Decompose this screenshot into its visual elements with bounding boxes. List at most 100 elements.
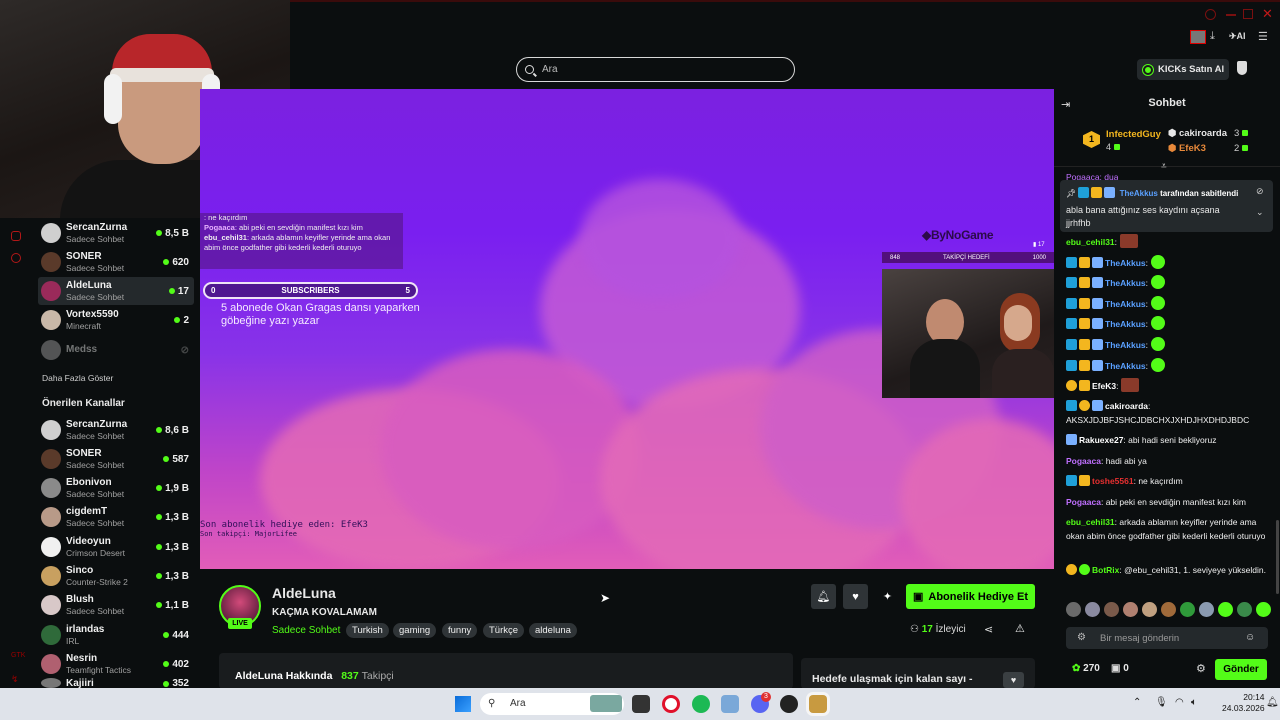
chevron-down-icon[interactable]: ⌄ <box>1256 207 1264 218</box>
about-section: AldeLuna Hakkında 837 Takipçi <box>219 653 793 689</box>
volume-icon[interactable]: 🔈︎ <box>1191 697 1197 708</box>
taskbar-clock[interactable]: 20:14 24.03.2026 <box>1222 692 1265 714</box>
channel-category: IRL <box>66 635 80 646</box>
sidebar-channel-aldeluna[interactable]: AldeLuna Sadece Sohbet 17 <box>38 277 194 305</box>
send-button[interactable]: Gönder <box>1215 659 1267 680</box>
channel-category: Sadece Sohbet <box>66 291 125 302</box>
gear-icon[interactable]: ⚙ <box>1196 662 1206 675</box>
download-icon[interactable]: ⤓ <box>1210 30 1215 43</box>
notification-bell-button[interactable]: 🔔︎ <box>811 584 836 609</box>
side-label-icon: GTK <box>11 652 26 659</box>
sidebar-channel-vortex5590[interactable]: Vortex5590 Minecraft 2 <box>38 306 194 334</box>
goal-heart-button[interactable]: ♥ <box>1003 672 1024 688</box>
channel-category: Minecraft <box>66 320 101 331</box>
tray-chevron-icon[interactable]: ⌃ <box>1133 697 1141 708</box>
recommended-channel[interactable]: Ebonivon Sadece Sohbet 1,9 B <box>38 474 194 502</box>
profile-icon[interactable] <box>1190 30 1206 44</box>
offline-icon: ⊘ <box>180 344 189 356</box>
wifi-icon[interactable]: ◠ <box>1175 697 1184 708</box>
following-icon[interactable] <box>11 231 21 241</box>
spotify-icon[interactable] <box>692 695 710 713</box>
viewer-count: 8,6 B <box>156 425 189 436</box>
search-input[interactable]: Ara <box>516 57 795 82</box>
follow-small-count: ▮ 17 <box>1033 242 1045 248</box>
channel-category: Sadece Sohbet <box>66 488 125 499</box>
overlay-chat-line: ebu_cehil31: arkada ablamın keyifler yer… <box>204 233 391 252</box>
browser-search-icon[interactable] <box>1205 9 1216 20</box>
menu-icon[interactable]: ☰ <box>1258 30 1268 43</box>
discord-badge: 3 <box>761 692 771 702</box>
sidebar-channel-medss[interactable]: Medss ⊘ <box>38 336 194 364</box>
leader-count: 3 <box>1234 128 1248 139</box>
chat-scrollbar[interactable] <box>1276 520 1279 594</box>
recommended-channel[interactable]: SONER Sadece Sohbet 587 <box>38 445 194 473</box>
window-top-line <box>290 0 1280 2</box>
sidebar-channel-soner[interactable]: SONER Sadece Sohbet 620 <box>38 248 194 276</box>
tag[interactable]: Turkish <box>346 623 389 638</box>
follow-heart-button[interactable]: ♥ <box>843 584 868 609</box>
viewer-count: 17 <box>168 286 189 297</box>
kicks-buy-button[interactable]: KICKs Satın Al <box>1137 59 1229 80</box>
viewer-count: 1,1 B <box>156 600 189 611</box>
chat-message-input[interactable]: Bir mesaj gönderin <box>1066 627 1268 649</box>
channel-name[interactable]: AldeLuna <box>272 585 336 601</box>
tag[interactable]: aldeluna <box>529 623 577 638</box>
sidebar-channel-sercanzurna[interactable]: SercanZurna Sadece Sohbet 8,5 B <box>38 219 194 247</box>
recommended-channel[interactable]: Kajiiri 352 <box>38 678 194 688</box>
recommended-channel[interactable]: irlandas IRL 444 <box>38 621 194 649</box>
recommended-channel[interactable]: SercanZurna Sadece Sohbet 8,6 B <box>38 416 194 444</box>
channel-name: cigdemT <box>66 505 108 517</box>
opera-icon[interactable] <box>662 695 680 713</box>
recommended-channel[interactable]: Nesrin Teamfight Tactics 402 <box>38 650 194 678</box>
stream-category[interactable]: Sadece Sohbet <box>272 625 340 636</box>
minimize-icon[interactable] <box>1226 14 1236 16</box>
search-placeholder: Ara <box>542 64 558 75</box>
windows-start-icon[interactable] <box>455 696 471 712</box>
notification-icon[interactable]: 🔔︎ <box>1266 697 1279 708</box>
live-badge: LIVE <box>228 618 252 629</box>
follower-goal-bar: 848 TAKİPÇİ HEDEFİ 1000 <box>882 252 1054 263</box>
avatar <box>41 223 61 243</box>
channel-points[interactable]: ✿ 270 ▣ 0 <box>1072 663 1129 674</box>
expand-leaderboard-icon[interactable]: ⩡ <box>1161 161 1167 172</box>
ai-button[interactable]: ✈AI <box>1229 31 1246 42</box>
chat-settings-small-icon[interactable]: ⚙ <box>1077 632 1086 643</box>
heart-icon: ♥ <box>852 590 859 603</box>
gift-subscription-button[interactable]: ▣ Abonelik Hediye Et <box>906 584 1035 609</box>
maximize-icon[interactable] <box>1243 9 1253 19</box>
browse-icon[interactable] <box>11 253 21 263</box>
show-more-link[interactable]: Daha Fazla Göster <box>42 373 113 383</box>
emoji-icon[interactable]: ☺ <box>1245 632 1255 643</box>
unpin-icon[interactable]: ⊘ <box>1256 186 1264 197</box>
chat-message: Pogaaca: abi peki en sevdiğin manifest k… <box>1066 497 1247 507</box>
tag[interactable]: gaming <box>393 623 437 638</box>
recommended-channel[interactable]: Blush Sadece Sohbet 1,1 B <box>38 591 194 619</box>
recommended-channel[interactable]: cigdemT Sadece Sohbet 1,3 B <box>38 503 194 531</box>
kicks-coin-icon <box>1143 64 1153 75</box>
viewer-count: ⚇ 17 İzleyici <box>910 624 966 635</box>
emote-bar[interactable] <box>1066 602 1272 618</box>
steam-icon[interactable] <box>780 695 798 713</box>
pinned-header: 📌︎ TheAkkus tarafından sabitlendi <box>1066 187 1239 198</box>
share-icon[interactable]: ⋖ <box>984 623 993 636</box>
recommended-channel[interactable]: Sinco Counter-Strike 2 1,3 B <box>38 562 194 590</box>
report-icon[interactable]: ⚠ <box>1015 622 1025 635</box>
avatar <box>41 281 61 301</box>
app-icon[interactable] <box>721 695 739 713</box>
user-avatar-icon[interactable] <box>1237 61 1247 75</box>
pinned-message[interactable]: 📌︎ TheAkkus tarafından sabitlendi ⊘ abla… <box>1060 180 1273 232</box>
viewer-count: 2 <box>174 315 189 326</box>
tag[interactable]: Türkçe <box>483 623 525 638</box>
tag[interactable]: funny <box>442 623 478 638</box>
recommended-channel[interactable]: Videoyun Crimson Desert 1,3 B <box>38 533 194 561</box>
channel-category: Counter-Strike 2 <box>66 576 128 587</box>
mic-icon[interactable]: 🎙︎ <box>1155 697 1168 708</box>
chat-message: EfeK3: <box>1066 378 1274 393</box>
channel-name: SercanZurna <box>66 418 128 430</box>
sparkle-button[interactable]: ✦ <box>875 584 900 609</box>
chat-message: TheAkkus: <box>1066 296 1274 311</box>
channel-category: Sadece Sohbet <box>66 605 125 616</box>
league-icon[interactable] <box>809 695 827 713</box>
task-view-icon[interactable] <box>632 695 650 713</box>
close-icon[interactable]: ✕ <box>1262 6 1273 22</box>
